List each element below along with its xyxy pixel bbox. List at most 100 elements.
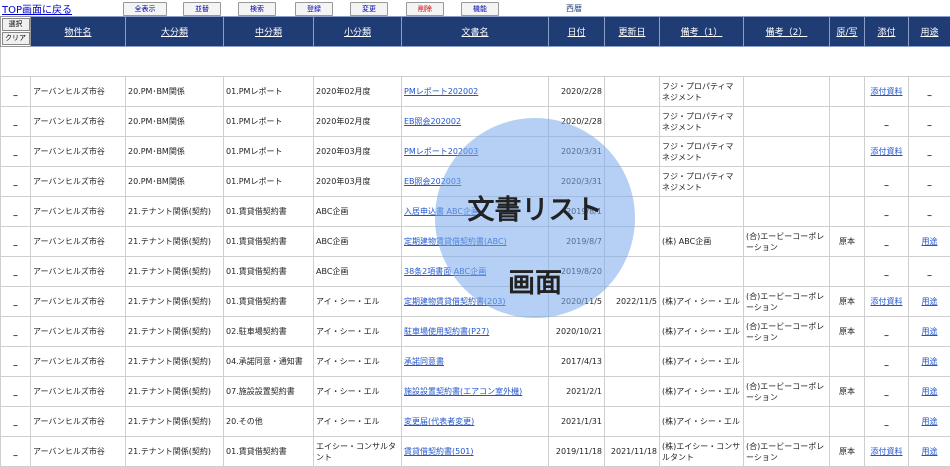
show-all-button[interactable]: 全表示	[123, 2, 167, 16]
search-button[interactable]: 検索	[238, 2, 276, 16]
header-mid-category[interactable]: 中分類	[224, 17, 314, 47]
document-cell: 定期建物賃貸借契約書(203)	[402, 287, 549, 317]
usage-link[interactable]: 用途	[922, 447, 938, 456]
property-cell: アーバンヒルズ市谷	[31, 167, 126, 197]
row-select-cell[interactable]: _	[14, 297, 18, 306]
attachment-link[interactable]: _	[885, 327, 889, 336]
usage-link[interactable]: _	[928, 147, 932, 156]
row-select-cell: _	[1, 137, 31, 167]
document-link[interactable]: 変更届(代表者変更)	[404, 417, 474, 426]
note1-cell: (株)アイ・シー・エル	[662, 297, 740, 306]
note1-cell: (株)アイ・シー・エル	[660, 377, 744, 407]
clear-button[interactable]: クリア	[2, 32, 30, 45]
document-link[interactable]: 定期建物賃貸借契約書(203)	[404, 297, 506, 306]
document-link[interactable]: PMレポート202002	[404, 87, 478, 96]
header-note2[interactable]: 備考（2）	[744, 17, 830, 47]
usage-link[interactable]: _	[928, 207, 932, 216]
header-usage[interactable]: 用途	[909, 17, 950, 47]
document-link[interactable]: 駐車場使用契約書(P27)	[404, 327, 489, 336]
select-column-header: 選択 クリア	[1, 17, 31, 47]
attachment-link[interactable]: _	[885, 207, 889, 216]
usage-link[interactable]: _	[928, 177, 932, 186]
row-select-cell: _	[1, 377, 31, 407]
usage-link[interactable]: 用途	[922, 387, 938, 396]
note1-cell: (株)アイ・シー・エル	[662, 327, 740, 336]
usage-link[interactable]: 用途	[922, 417, 938, 426]
edit-button[interactable]: 変更	[350, 2, 388, 16]
document-link[interactable]: 38条2項書面 ABC企画	[404, 267, 486, 276]
property-cell: アーバンヒルズ市谷	[31, 107, 126, 137]
row-select-cell[interactable]: _	[14, 177, 18, 186]
row-select-cell[interactable]: _	[14, 237, 18, 246]
header-major-category[interactable]: 大分類	[126, 17, 224, 47]
row-select-cell[interactable]: _	[14, 357, 18, 366]
header-original-copy[interactable]: 原/写	[830, 17, 865, 47]
delete-button[interactable]: 削除	[406, 2, 444, 16]
row-select-cell[interactable]: _	[14, 267, 18, 276]
document-link[interactable]: 賃貸借契約書(501)	[404, 447, 474, 456]
row-select-cell[interactable]: _	[14, 327, 18, 336]
row-select-cell[interactable]: _	[14, 207, 18, 216]
usage-link[interactable]: 用途	[922, 327, 938, 336]
header-updated[interactable]: 更新日	[605, 17, 660, 47]
row-select-cell[interactable]: _	[14, 447, 18, 456]
document-link[interactable]: 承諾同意書	[404, 357, 444, 366]
attachment-link[interactable]: _	[885, 237, 889, 246]
row-select-cell[interactable]: _	[14, 87, 18, 96]
usage-link[interactable]: _	[928, 267, 932, 276]
usage-link[interactable]: _	[928, 87, 932, 96]
document-link[interactable]: 入居申込書 ABC企画	[404, 207, 479, 216]
date-cell: 2019/11/18	[549, 437, 605, 467]
usage-link[interactable]: _	[928, 117, 932, 126]
date-cell: 2020/3/31	[549, 137, 605, 167]
document-link[interactable]: EB照会202003	[404, 177, 461, 186]
header-attachment[interactable]: 添付	[865, 17, 909, 47]
header-date[interactable]: 日付	[549, 17, 605, 47]
header-document-name[interactable]: 文書名	[402, 17, 549, 47]
attachment-link[interactable]: 添付資料	[871, 297, 903, 306]
select-button[interactable]: 選択	[2, 18, 30, 31]
row-select-cell[interactable]: _	[14, 387, 18, 396]
header-note1[interactable]: 備考（1）	[660, 17, 744, 47]
header-minor-category[interactable]: 小分類	[314, 17, 402, 47]
attachment-link[interactable]: 添付資料	[871, 447, 903, 456]
attachment-link[interactable]: 添付資料	[871, 87, 903, 96]
document-link[interactable]: EB照会202002	[404, 117, 461, 126]
row-select-cell[interactable]: _	[14, 117, 18, 126]
usage-link[interactable]: 用途	[922, 237, 938, 246]
attachment-link[interactable]: _	[885, 267, 889, 276]
usage-link[interactable]: 用途	[922, 297, 938, 306]
row-select-cell: _	[1, 407, 31, 437]
document-link[interactable]: 施設設置契約書(エアコン室外機)	[404, 387, 522, 396]
document-cell: EB照会202002	[402, 107, 549, 137]
row-select-cell: _	[1, 287, 31, 317]
register-button[interactable]: 登録	[295, 2, 333, 16]
attachment-link[interactable]: _	[885, 117, 889, 126]
document-link[interactable]: PMレポート202003	[404, 147, 478, 156]
major-category-cell: 20.PM･BM関係	[126, 107, 224, 137]
attachment-link[interactable]: _	[885, 417, 889, 426]
major-category-cell: 21.テナント関係(契約)	[126, 347, 224, 377]
row-select-cell[interactable]: _	[14, 417, 18, 426]
function-button[interactable]: 機能	[461, 2, 499, 16]
top-page-link[interactable]: TOP画面に戻る	[2, 1, 72, 16]
property-cell: アーバンヒルズ市谷	[33, 327, 105, 336]
table-row: _アーバンヒルズ市谷21.テナント関係(契約)01.賃貸借契約書エイシー・コンサ…	[1, 437, 950, 467]
usage-cell: _	[909, 197, 950, 227]
document-link[interactable]: 定期建物賃貸借契約書(ABC)	[404, 237, 507, 246]
attachment-link[interactable]: _	[885, 357, 889, 366]
header-property[interactable]: 物件名	[31, 17, 126, 47]
minor-category-cell: 2020年02月度	[314, 107, 402, 137]
attachment-link[interactable]: _	[885, 387, 889, 396]
original-copy-cell	[830, 347, 865, 377]
document-table: 選択 クリア 物件名 大分類 中分類 小分類 文書名 日付 更新日 備考（1） …	[0, 16, 950, 467]
date-cell: 2020/11/5	[561, 297, 602, 306]
minor-category-cell: 2020年02月度	[314, 77, 402, 107]
row-select-cell[interactable]: _	[14, 147, 18, 156]
attachment-link[interactable]: 添付資料	[871, 147, 903, 156]
note1-cell: (株)アイ・シー・エル	[660, 317, 744, 347]
sort-button[interactable]: 並替	[183, 2, 221, 16]
attachment-link[interactable]: _	[885, 177, 889, 186]
major-category-cell: 21.テナント関係(契約)	[126, 197, 224, 227]
usage-link[interactable]: 用途	[922, 357, 938, 366]
